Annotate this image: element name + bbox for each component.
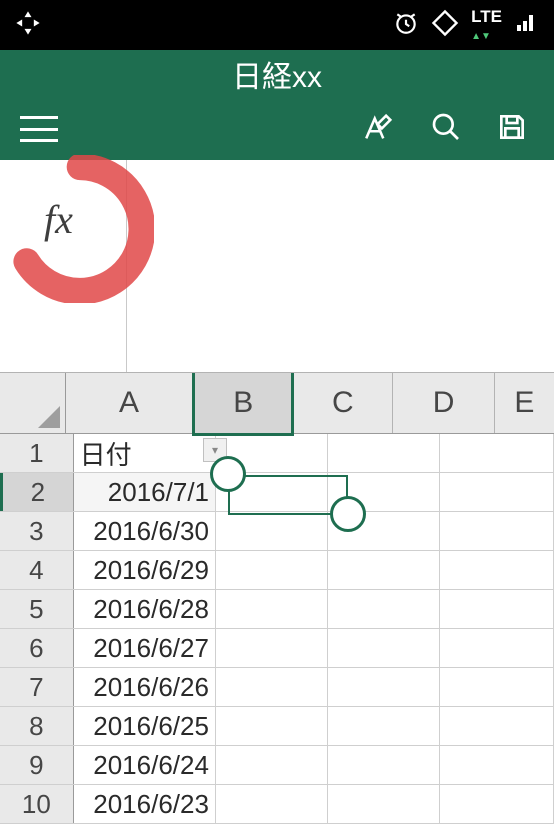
cell-b10[interactable] bbox=[216, 785, 328, 823]
col-header-b[interactable]: B bbox=[192, 373, 294, 436]
spreadsheet-grid[interactable]: A B C D E 1 日付 ▾ 2 2016/7/1 3 2016/6/30 bbox=[0, 372, 554, 824]
cell-d9[interactable] bbox=[440, 746, 554, 784]
row-header-10[interactable]: 10 bbox=[0, 785, 74, 823]
save-button[interactable] bbox=[496, 111, 528, 148]
photos-icon bbox=[14, 9, 42, 42]
rotate-icon bbox=[431, 9, 459, 42]
row-9: 9 2016/6/24 bbox=[0, 746, 554, 785]
col-header-c[interactable]: C bbox=[293, 373, 393, 433]
cell-d7[interactable] bbox=[440, 668, 554, 706]
cell-c5[interactable] bbox=[328, 590, 440, 628]
cell-a5[interactable]: 2016/6/28 bbox=[74, 590, 216, 628]
row-10: 10 2016/6/23 bbox=[0, 785, 554, 824]
cell-c10[interactable] bbox=[328, 785, 440, 823]
cell-b9[interactable] bbox=[216, 746, 328, 784]
col-header-e[interactable]: E bbox=[495, 373, 554, 433]
row-8: 8 2016/6/25 bbox=[0, 707, 554, 746]
row-7: 7 2016/6/26 bbox=[0, 668, 554, 707]
row-header-5[interactable]: 5 bbox=[0, 590, 74, 628]
cell-b4[interactable] bbox=[216, 551, 328, 589]
row-header-9[interactable]: 9 bbox=[0, 746, 74, 784]
cell-d10[interactable] bbox=[440, 785, 554, 823]
row-5: 5 2016/6/28 bbox=[0, 590, 554, 629]
cell-c6[interactable] bbox=[328, 629, 440, 667]
document-title: 日経xx bbox=[232, 52, 322, 96]
row-6: 6 2016/6/27 bbox=[0, 629, 554, 668]
col-header-a[interactable]: A bbox=[66, 373, 193, 433]
row-header-6[interactable]: 6 bbox=[0, 629, 74, 667]
column-headers: A B C D E bbox=[0, 372, 554, 434]
row-header-3[interactable]: 3 bbox=[0, 512, 74, 550]
cell-d1[interactable] bbox=[440, 434, 554, 472]
selection-handle-bottom-right[interactable] bbox=[330, 496, 366, 532]
row-4: 4 2016/6/29 bbox=[0, 551, 554, 590]
cell-c9[interactable] bbox=[328, 746, 440, 784]
cell-d6[interactable] bbox=[440, 629, 554, 667]
status-right: LTE ▲▼ bbox=[393, 8, 540, 42]
cell-a1[interactable]: 日付 bbox=[74, 434, 216, 472]
cell-c4[interactable] bbox=[328, 551, 440, 589]
toolbar-right bbox=[362, 110, 534, 149]
row-1: 1 日付 ▾ bbox=[0, 434, 554, 473]
cell-a6[interactable]: 2016/6/27 bbox=[74, 629, 216, 667]
cell-a9[interactable]: 2016/6/24 bbox=[74, 746, 216, 784]
annotation-circle bbox=[6, 155, 154, 303]
cell-a7[interactable]: 2016/6/26 bbox=[74, 668, 216, 706]
cell-d8[interactable] bbox=[440, 707, 554, 745]
cell-c1[interactable] bbox=[328, 434, 440, 472]
formula-bar-area[interactable]: fx bbox=[0, 160, 554, 372]
row-2: 2 2016/7/1 bbox=[0, 473, 554, 512]
cell-d2[interactable] bbox=[440, 473, 554, 511]
row-3: 3 2016/6/30 bbox=[0, 512, 554, 551]
cell-c7[interactable] bbox=[328, 668, 440, 706]
format-button[interactable] bbox=[362, 110, 396, 149]
row-header-7[interactable]: 7 bbox=[0, 668, 74, 706]
cell-b8[interactable] bbox=[216, 707, 328, 745]
lte-text: LTE bbox=[471, 7, 502, 26]
toolbar bbox=[0, 98, 554, 160]
menu-button[interactable] bbox=[20, 116, 58, 142]
cell-a3[interactable]: 2016/6/30 bbox=[74, 512, 216, 550]
selection-handle-top-left[interactable] bbox=[210, 456, 246, 492]
cell-b5[interactable] bbox=[216, 590, 328, 628]
cell-b6[interactable] bbox=[216, 629, 328, 667]
title-bar: 日経xx bbox=[0, 50, 554, 98]
select-all-corner[interactable] bbox=[0, 373, 66, 433]
fx-label[interactable]: fx bbox=[44, 196, 73, 243]
row-header-8[interactable]: 8 bbox=[0, 707, 74, 745]
cell-b3[interactable] bbox=[216, 512, 328, 550]
data-area: 1 日付 ▾ 2 2016/7/1 3 2016/6/30 4 2016/6/2… bbox=[0, 434, 554, 824]
row-header-1[interactable]: 1 bbox=[0, 434, 74, 472]
cell-a2[interactable]: 2016/7/1 bbox=[74, 473, 216, 511]
cell-a4[interactable]: 2016/6/29 bbox=[74, 551, 216, 589]
cell-a10[interactable]: 2016/6/23 bbox=[74, 785, 216, 823]
status-bar: LTE ▲▼ bbox=[0, 0, 554, 50]
cell-b7[interactable] bbox=[216, 668, 328, 706]
cell-a8[interactable]: 2016/6/25 bbox=[74, 707, 216, 745]
cell-d4[interactable] bbox=[440, 551, 554, 589]
search-button[interactable] bbox=[430, 111, 462, 148]
row-header-4[interactable]: 4 bbox=[0, 551, 74, 589]
cell-c8[interactable] bbox=[328, 707, 440, 745]
cell-d5[interactable] bbox=[440, 590, 554, 628]
signal-icon bbox=[514, 11, 540, 40]
col-header-d[interactable]: D bbox=[393, 373, 495, 433]
row-header-2[interactable]: 2 bbox=[0, 473, 74, 511]
status-left bbox=[14, 9, 42, 42]
toolbar-left bbox=[20, 116, 58, 142]
cell-d3[interactable] bbox=[440, 512, 554, 550]
lte-indicator: LTE ▲▼ bbox=[471, 8, 502, 42]
alarm-icon bbox=[393, 10, 419, 41]
